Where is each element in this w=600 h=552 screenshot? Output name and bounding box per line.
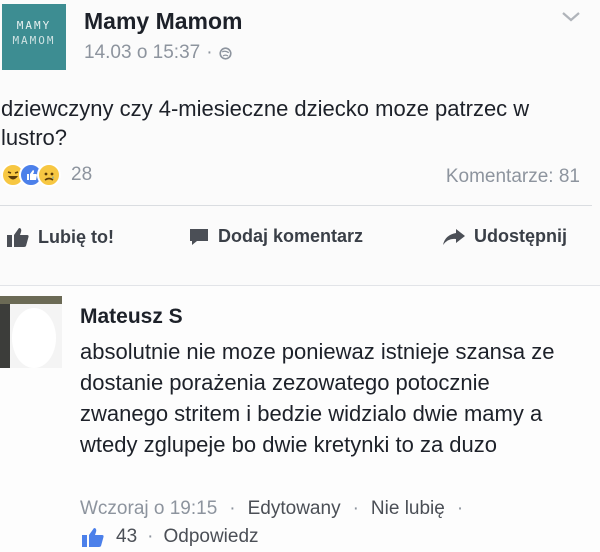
page-logo[interactable]: MAMY MAMOM <box>2 4 66 70</box>
chevron-down-icon[interactable] <box>560 10 582 24</box>
unlike-link[interactable]: Nie lubię <box>371 498 445 520</box>
thumbs-up-icon <box>82 528 104 547</box>
comment-like-count[interactable]: 43 <box>116 526 137 548</box>
share-arrow-icon <box>443 228 465 245</box>
logo-line-1: MAMY <box>16 19 52 32</box>
like-button-label: Lubię to! <box>38 226 114 247</box>
comment-author-link[interactable]: Mateusz S <box>80 305 183 329</box>
post-timestamp[interactable]: 14.03 o 15:37 <box>84 42 200 64</box>
logo-line-2: MAMOM <box>12 34 56 47</box>
meta-separator: · <box>352 498 359 519</box>
globe-icon <box>218 46 232 60</box>
sad-reaction-icon <box>37 163 61 187</box>
edited-label[interactable]: Edytowany <box>248 498 341 520</box>
post-actions-bar: Lubię to! Dodaj komentarz Udostępnij <box>0 226 600 256</box>
page-name-link[interactable]: Mamy Mamom <box>84 8 242 35</box>
comment-bubble-icon <box>190 228 208 245</box>
post-meta: 14.03 o 15:37 · <box>84 42 232 64</box>
meta-separator: · <box>456 498 464 519</box>
comments-separator <box>0 285 600 286</box>
comment-timestamp[interactable]: Wczoraj o 19:15 <box>80 498 217 520</box>
post-body: dziewczyny czy 4-miesieczne dziecko moze… <box>1 96 530 150</box>
meta-separator: · <box>147 526 154 547</box>
comment-footer: 43 · Odpowiedz <box>80 526 259 548</box>
reactions-summary[interactable]: 28 <box>1 163 92 187</box>
avatar-photo <box>0 296 62 368</box>
post-card: MAMY MAMOM Mamy Mamom 14.03 o 15:37 · dz… <box>0 0 600 285</box>
comment-button[interactable]: Dodaj komentarz <box>188 226 363 247</box>
thumbs-up-icon <box>7 228 29 247</box>
reply-link[interactable]: Odpowiedz <box>163 526 258 548</box>
share-button[interactable]: Udostępnij <box>442 226 567 247</box>
commenter-avatar[interactable] <box>0 296 62 368</box>
meta-separator: · <box>206 42 213 63</box>
like-button[interactable]: Lubię to! <box>6 226 114 248</box>
actions-divider <box>0 205 592 206</box>
comment-button-label: Dodaj komentarz <box>218 226 364 246</box>
reaction-count: 28 <box>71 164 93 185</box>
comment-meta: Wczoraj o 19:15 · Edytowany · Nie lubię … <box>80 498 463 520</box>
share-button-label: Udostępnij <box>474 226 567 246</box>
meta-separator: · <box>229 498 236 519</box>
comment-body: absolutnie nie moze poniewaz istnieje sz… <box>80 339 555 457</box>
comments-count-link[interactable]: Komentarze: 81 <box>446 166 580 188</box>
